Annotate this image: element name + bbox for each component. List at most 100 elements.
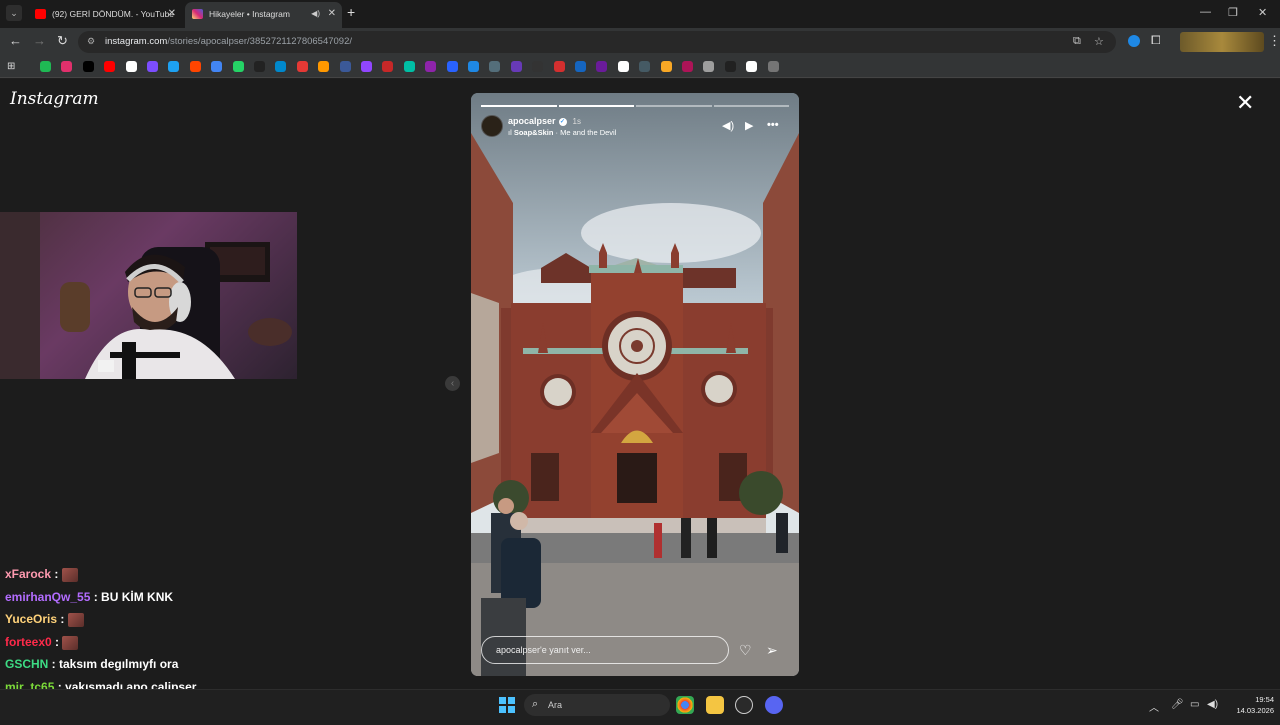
story-music[interactable]: ıl Soap&Skin · Me and the Devil: [508, 128, 616, 137]
avatar[interactable]: [481, 115, 503, 137]
chat-username[interactable]: GSCHN: [5, 657, 48, 671]
microphone-icon[interactable]: 🎤︎: [1171, 699, 1184, 710]
play-icon[interactable]: ▶: [745, 119, 753, 132]
chat-username[interactable]: YuceOris: [5, 612, 57, 626]
bookmark-favicon-icon[interactable]: [724, 61, 736, 72]
bookmark-favicon-icon[interactable]: [275, 61, 287, 72]
bookmark-favicon-icon[interactable]: [254, 61, 265, 72]
bookmark-favicon-icon[interactable]: [425, 61, 437, 72]
bookmark-favicon-icon[interactable]: [232, 61, 244, 72]
apps-grid-icon[interactable]: ⊞: [7, 61, 18, 72]
bookmark-favicon-icon[interactable]: [296, 61, 308, 72]
bookmark-star-icon[interactable]: ☆: [1094, 35, 1104, 48]
clock-date: 14.03.2026: [1236, 706, 1274, 715]
bookmark-favicon-icon[interactable]: [403, 61, 415, 72]
reload-icon[interactable]: ↻: [57, 33, 68, 49]
site-info-icon[interactable]: ⚙: [87, 36, 95, 47]
progress-segment: [558, 105, 634, 107]
steam-icon[interactable]: [735, 696, 753, 714]
bookmark-favicon-icon[interactable]: [510, 61, 522, 72]
bookmark-favicon-icon[interactable]: [553, 61, 565, 72]
close-icon[interactable]: ✕: [1236, 92, 1254, 114]
discord-icon[interactable]: [765, 696, 783, 714]
chat-emote-icon: [67, 613, 84, 628]
system-clock[interactable]: 19:54 14.03.2026: [1224, 694, 1274, 716]
bookmark-favicon-icon[interactable]: [211, 61, 223, 72]
puzzle-icon[interactable]: ⧠: [1151, 33, 1161, 48]
bookmark-favicon-icon[interactable]: [468, 61, 479, 72]
chat-text: taksım degılmıyfı ora: [59, 657, 179, 672]
chevron-left-icon[interactable]: ‹: [445, 376, 460, 391]
bookmark-favicon-icon[interactable]: [532, 61, 544, 72]
new-tab-plus-icon[interactable]: +: [347, 4, 355, 20]
bookmark-favicon-icon[interactable]: [446, 61, 458, 72]
reply-input[interactable]: apocalpser'e yanıt ver...: [481, 636, 729, 664]
tab-youtube[interactable]: (92) GERİ DÖNDÜM. - YouTube ✕: [28, 2, 182, 28]
more-dots-icon[interactable]: •••: [767, 119, 779, 131]
progress-segment: [636, 105, 712, 107]
bookmark-favicon-icon[interactable]: [189, 61, 201, 72]
bookmark-favicon-icon[interactable]: [125, 61, 137, 72]
bookmark-favicon-icon[interactable]: [660, 61, 672, 72]
bookmark-favicon-icon[interactable]: [361, 61, 372, 72]
tab-search-chevron-down-icon[interactable]: ⌄: [6, 5, 22, 21]
bookmark-favicon-icon[interactable]: [147, 61, 158, 72]
bookmark-favicon-icon[interactable]: [767, 61, 779, 72]
bookmark-favicon-icon[interactable]: [596, 61, 608, 72]
chat-separator: :: [90, 589, 102, 604]
speaker-icon[interactable]: ◀): [722, 119, 734, 132]
minimize-icon[interactable]: —: [1200, 6, 1211, 18]
windows-start-icon[interactable]: [499, 697, 515, 713]
story-time: 1s: [572, 117, 581, 126]
webcam-image: [0, 212, 292, 379]
extension-icon[interactable]: [1128, 35, 1140, 47]
send-icon[interactable]: ➢: [766, 642, 778, 659]
chevron-up-icon[interactable]: ︿: [1149, 699, 1159, 714]
bookmark-favicon-icon[interactable]: [746, 61, 758, 72]
network-icon[interactable]: ▭: [1190, 699, 1199, 710]
bookmark-favicon-icon[interactable]: [617, 61, 629, 72]
heart-icon[interactable]: ♡: [739, 642, 752, 659]
tab-close-icon[interactable]: ✕: [168, 2, 176, 26]
window-close-icon[interactable]: ✕: [1258, 6, 1267, 19]
bookmark-favicon-icon[interactable]: [82, 61, 94, 72]
tab-close-icon[interactable]: ✕: [328, 2, 336, 26]
chat-username[interactable]: xFarock: [5, 567, 51, 581]
story-username[interactable]: apocalpser ✓ 1s: [508, 116, 581, 126]
file-explorer-icon[interactable]: [706, 696, 724, 714]
volume-icon[interactable]: ◀): [1207, 699, 1218, 710]
instagram-story-page: Instagram ✕ ‹ apocalpser ✓ 1s ıl Soap&Sk…: [0, 79, 1280, 718]
bookmark-favicon-icon[interactable]: [104, 61, 116, 72]
instagram-logo[interactable]: Instagram: [10, 89, 99, 109]
bookmark-favicon-icon[interactable]: [703, 61, 715, 72]
story-viewer[interactable]: apocalpser ✓ 1s ıl Soap&Skin · Me and the …: [471, 93, 799, 676]
bookmark-favicon-icon[interactable]: [339, 61, 351, 72]
instagram-favicon-icon: [192, 9, 203, 19]
chat-emote-icon: [61, 567, 78, 582]
menu-dots-icon[interactable]: ⋮: [1268, 33, 1280, 49]
bookmark-favicon-icon[interactable]: [61, 61, 73, 72]
bookmark-favicon-icon[interactable]: [682, 61, 693, 72]
bookmark-favicon-icon[interactable]: [168, 61, 180, 72]
bookmark-favicon-icon[interactable]: [575, 61, 586, 72]
bookmark-favicon-icon[interactable]: [489, 61, 501, 72]
bookmark-favicon-icon[interactable]: [40, 61, 51, 72]
bookmark-favicon-icon[interactable]: [639, 61, 651, 72]
story-header: apocalpser ✓ 1s ıl Soap&Skin · Me and the …: [481, 115, 789, 139]
install-app-icon[interactable]: ⧉: [1073, 35, 1081, 48]
profile-banner[interactable]: [1180, 32, 1264, 52]
taskbar-search[interactable]: ⌕ Ara: [524, 694, 670, 716]
chat-username[interactable]: emirhanQw_55: [5, 590, 90, 604]
forward-arrow-icon[interactable]: →: [33, 33, 46, 48]
story-photo-church: [471, 93, 799, 676]
address-bar[interactable]: ⚙ instagram.com/stories/apocalpser/38527…: [78, 31, 1116, 53]
url-text[interactable]: instagram.com/stories/apocalpser/3852721…: [105, 36, 352, 47]
back-arrow-icon[interactable]: ←: [9, 33, 22, 48]
tab-instagram[interactable]: Hikayeler • Instagram ◀) ✕: [185, 2, 342, 28]
chat-username[interactable]: forteex0: [5, 635, 52, 649]
tab-audio-icon[interactable]: ◀): [311, 2, 320, 26]
bookmark-favicon-icon[interactable]: [318, 61, 330, 72]
restore-icon[interactable]: ❐: [1228, 6, 1238, 19]
chrome-icon[interactable]: [676, 696, 694, 714]
bookmark-favicon-icon[interactable]: [382, 61, 394, 72]
